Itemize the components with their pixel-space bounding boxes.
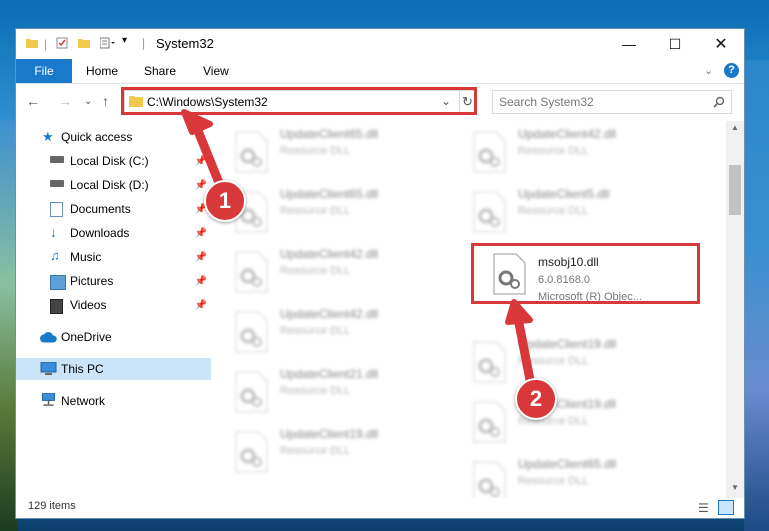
step-1-badge: 1 [204, 180, 246, 222]
annotation-arrows [181, 109, 535, 385]
step-2-badge: 2 [515, 378, 557, 420]
